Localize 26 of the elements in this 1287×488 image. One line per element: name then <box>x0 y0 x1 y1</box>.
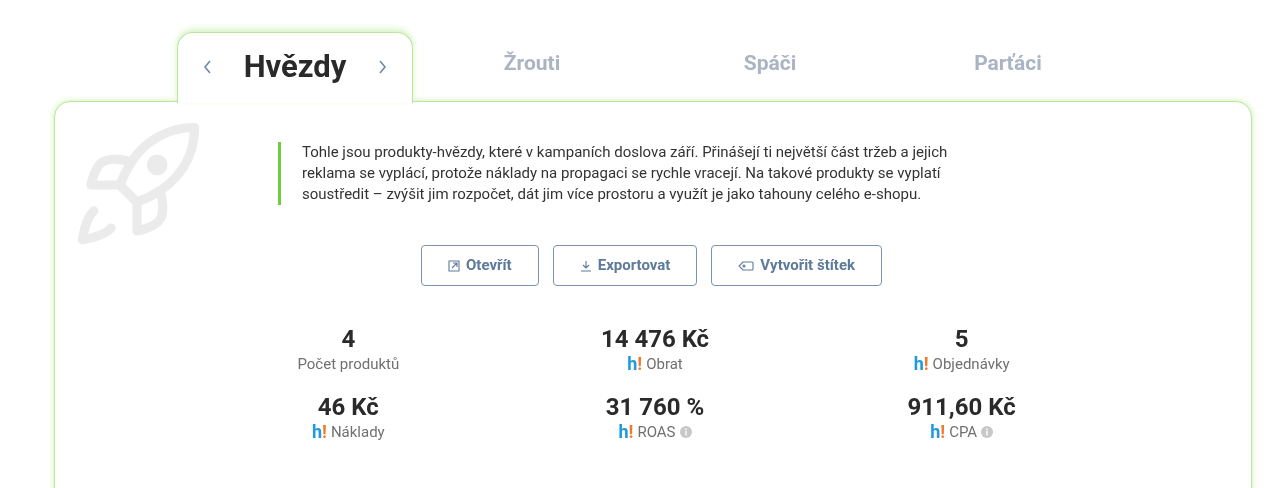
metric-value: 4 <box>341 324 356 354</box>
metric-label: Počet produktů <box>297 354 400 374</box>
metric-value: 31 760 % <box>605 392 705 422</box>
metric-label: Obrat <box>646 354 683 374</box>
metric-value: 14 476 Kč <box>600 324 710 354</box>
metric-label: Objednávky <box>932 354 1010 374</box>
tag-button[interactable]: Vytvořit štítek <box>711 245 882 286</box>
metric-label: Náklady <box>330 422 385 442</box>
metric-value: 46 Kč <box>317 392 379 422</box>
brand-logo: h! <box>618 422 634 442</box>
metric-label: ROAS <box>637 422 676 442</box>
metric-label: CPA <box>949 422 978 442</box>
external-link-icon <box>448 259 460 272</box>
brand-logo: h! <box>913 354 929 374</box>
metric-value: 5 <box>954 324 969 354</box>
download-icon <box>579 259 592 272</box>
description-text: Tohle jsou produkty-hvězdy, které v kampaních doslova září. Přinášejí ti největší část tržeb a jejich reklama se vyplácí, protože náklady na propagaci se rychle vracejí. Na takové produkty se vyplatí soustředit – zvýšit jim rozpočet, dát jim více prostoru a využít je jako tahouny celého e-shopu. <box>278 142 996 205</box>
tab[interactable]: Hvězdy <box>177 32 413 103</box>
open-button[interactable]: Otevřít <box>421 245 539 286</box>
brand-logo: h! <box>311 422 327 442</box>
brand-logo: h! <box>627 354 643 374</box>
export-button[interactable]: Exportovat <box>552 245 698 286</box>
tab-label: Hvězdy <box>243 46 347 87</box>
tag-icon <box>738 260 755 271</box>
brand-logo: h! <box>930 422 946 442</box>
metric-value: 911,60 Kč <box>907 392 1016 422</box>
